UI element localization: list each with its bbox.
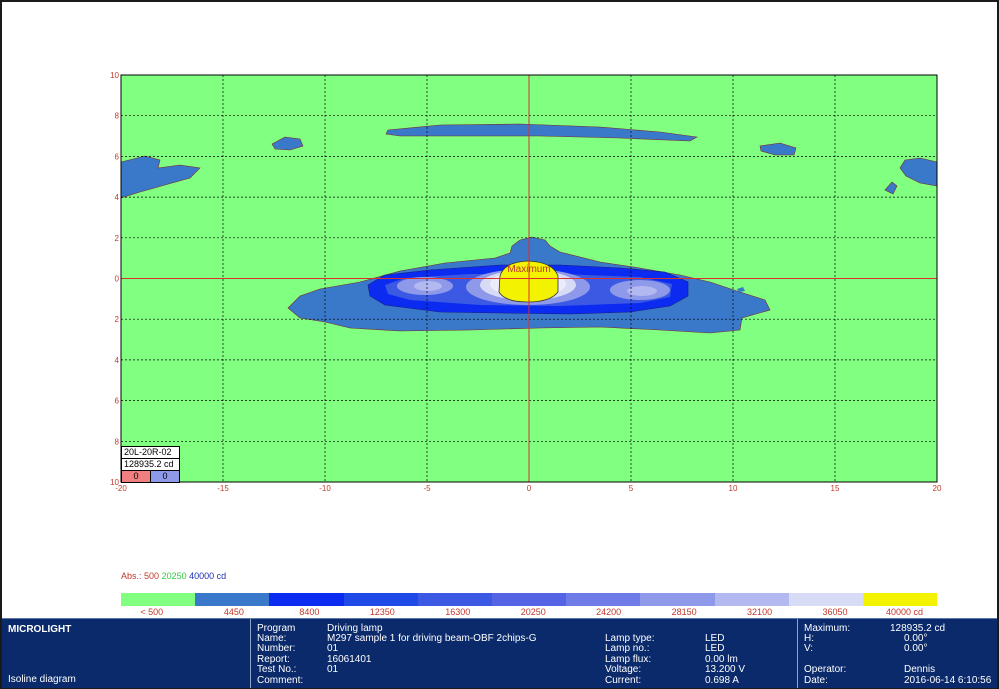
abs-legend-unit: cd [214, 571, 227, 581]
count-red: 0 [122, 471, 151, 482]
voltage-value: 13.200 V [705, 664, 746, 675]
panel-title: MICROLIGHT [8, 624, 72, 635]
current-value: 0.698 A [705, 675, 739, 686]
y-tick-label: 6 [115, 397, 120, 406]
color-scale-swatch [862, 593, 938, 606]
panel-divider-right [797, 619, 798, 688]
y-tick-label: 8 [115, 112, 120, 121]
color-scale-labels: < 500 4450 8400 12350 16300 20250 24200 28150 32… [121, 607, 937, 617]
voltage-label: Voltage: [605, 664, 642, 675]
color-scale-swatch [714, 593, 789, 606]
color-scale-swatch [121, 593, 196, 606]
x-tick-label: 10 [729, 484, 738, 493]
info-box-counts: 0 0 [122, 471, 179, 482]
y-tick-label: 8 [115, 437, 120, 446]
y-tick-label: 4 [115, 193, 120, 202]
maximum-label: Maximum [507, 264, 550, 275]
color-scale-bar [121, 593, 938, 606]
field-number-label: Number: [257, 643, 296, 654]
color-scale-label: 16300 [445, 607, 471, 617]
y-tick-label: 2 [115, 315, 120, 324]
v-angle-label: V: [804, 643, 814, 654]
abs-legend-prefix: Abs.: [121, 571, 145, 581]
y-tick-labels: 10 8 6 4 2 0 2 4 6 8 10 [110, 71, 119, 487]
isoline-lobe-left-inner [414, 281, 442, 291]
operator-label: Operator: [804, 664, 847, 675]
y-tick-label: 10 [110, 478, 119, 487]
y-tick-label: 6 [115, 152, 120, 161]
isoline-plot: Maximum -20 -15 -10 -5 0 5 10 15 20 108642024681… [110, 71, 942, 493]
color-scale-swatch [269, 593, 344, 606]
measurement-info-box: 20L-20R-02 128935.2 cd 0 0 [121, 446, 180, 483]
field-testno-value: 01 [327, 664, 339, 675]
x-tick-label: 5 [629, 484, 634, 493]
y-tick-label: 0 [115, 275, 120, 284]
abs-legend-value-1: 500 [144, 571, 160, 581]
field-testno-label: Test No.: [257, 664, 297, 675]
panel-subtitle: Isoline diagram [8, 674, 76, 685]
color-scale-label: 28150 [671, 607, 697, 617]
abs-legend: Abs.: 500 20250 40000 cd [121, 571, 226, 581]
color-scale-swatch [566, 593, 641, 606]
color-scale-label: 40000 cd [885, 607, 923, 617]
panel-divider [250, 619, 251, 688]
current-label: Current: [605, 675, 642, 686]
color-scale-label: 12350 [369, 607, 395, 617]
color-scale-swatch [640, 593, 715, 606]
color-scale-label: < 500 [140, 607, 164, 617]
x-tick-label: 20 [933, 484, 942, 493]
operator-value: Dennis [904, 664, 936, 675]
color-scale-label: 20250 [520, 607, 546, 617]
color-scale-label: 36050 [822, 607, 848, 617]
color-scale-swatch [417, 593, 492, 606]
info-panel: MICROLIGHT Isoline diagram Program Drivi… [2, 618, 997, 688]
color-scale-swatch [788, 593, 863, 606]
y-tick-label: 10 [110, 71, 119, 80]
y-tick-label: 4 [115, 356, 120, 365]
info-box-value: 128935.2 cd [122, 459, 179, 471]
date-label: Date: [804, 675, 828, 686]
x-tick-label: -5 [423, 484, 431, 493]
x-tick-labels: -20 -15 -10 -5 0 5 10 15 20 [115, 484, 942, 493]
color-scale-label: 8400 [299, 607, 320, 617]
date-value: 2016-06-14 6:10:56 [904, 675, 992, 686]
abs-legend-value-2: 20250 [161, 571, 187, 581]
color-scale-label: 32100 [747, 607, 773, 617]
color-scale: < 500 4450 8400 12350 16300 20250 24200 28150 32… [121, 593, 938, 617]
y-tick-label: 2 [115, 234, 120, 243]
info-box-name: 20L-20R-02 [122, 447, 179, 459]
color-scale-swatch [195, 593, 270, 606]
isoline-lobe-right-inner [627, 286, 657, 296]
color-scale-swatch [343, 593, 418, 606]
field-comment-label: Comment: [257, 675, 304, 686]
color-scale-label: 24200 [596, 607, 622, 617]
lamp-no-label: Lamp no.: [605, 643, 650, 654]
count-blue: 0 [151, 471, 179, 482]
lamp-no-value: LED [705, 643, 725, 654]
color-scale-swatch [491, 593, 567, 606]
abs-legend-value-3: 40000 [189, 571, 215, 581]
field-number-value: 01 [327, 643, 339, 654]
x-tick-label: -15 [217, 484, 229, 493]
color-scale-label: 4450 [223, 607, 244, 617]
field-name-value: M297 sample 1 for driving beam-OBF 2chip… [327, 633, 537, 644]
v-angle-value: 0.00° [904, 643, 928, 654]
x-tick-label: 15 [831, 484, 840, 493]
x-tick-label: -10 [319, 484, 331, 493]
x-tick-label: 0 [527, 484, 532, 493]
